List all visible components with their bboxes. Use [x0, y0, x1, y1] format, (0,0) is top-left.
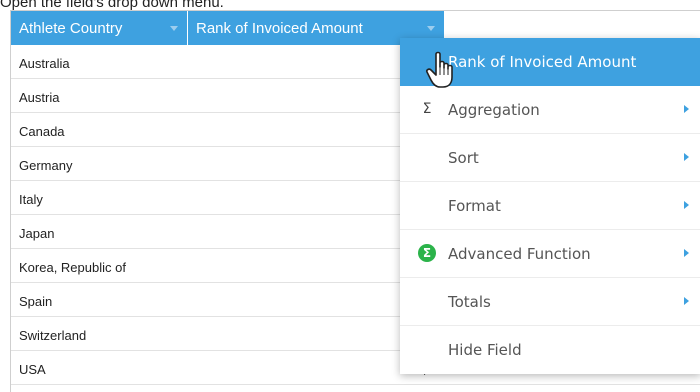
cell-country: USA	[19, 362, 46, 377]
menu-item-label: Totals	[448, 293, 491, 311]
dropdown-caret-icon[interactable]	[170, 26, 178, 31]
column-header-label: Athlete Country	[19, 19, 123, 37]
menu-item-label: Rank of Invoiced Amount	[448, 53, 637, 71]
menu-item-format[interactable]: Format	[400, 182, 700, 230]
cell-country: Italy	[19, 192, 43, 207]
cell-country: Spain	[19, 294, 53, 309]
column-header-label: Rank of Invoiced Amount	[196, 19, 363, 37]
menu-item-advanced-function[interactable]: Σ Advanced Function	[400, 230, 700, 278]
cell-country: Australia	[19, 56, 70, 71]
chevron-right-icon	[684, 249, 689, 257]
column-header-athlete-country[interactable]: Athlete Country	[11, 11, 188, 45]
hand-pointer-cursor-icon	[426, 51, 453, 88]
menu-item-aggregation[interactable]: Σ Aggregation	[400, 86, 700, 134]
report-table: Athlete Country Rank of Invoiced Amount …	[10, 10, 700, 392]
chevron-right-icon	[684, 105, 689, 113]
cell-country: Germany	[19, 158, 73, 173]
menu-item-totals[interactable]: Totals	[400, 278, 700, 326]
menu-item-sort[interactable]: Sort	[400, 134, 700, 182]
cell-country: Japan	[19, 226, 55, 241]
menu-item-label: Advanced Function	[448, 245, 591, 263]
advanced-function-icon: Σ	[418, 244, 436, 262]
menu-item-label: Format	[448, 197, 501, 215]
menu-item-label: Hide Field	[448, 341, 522, 359]
cell-country: Switzerland	[19, 328, 87, 343]
sigma-icon: Σ	[422, 101, 432, 117]
chevron-right-icon	[684, 201, 689, 209]
cell-country: Korea, Republic of	[19, 260, 126, 275]
chevron-right-icon	[684, 297, 689, 305]
chevron-right-icon	[684, 153, 689, 161]
menu-item-label: Aggregation	[448, 101, 540, 119]
cell-country: Austria	[19, 90, 60, 105]
dropdown-caret-icon[interactable]	[427, 26, 435, 31]
table-header: Athlete Country Rank of Invoiced Amount	[11, 11, 444, 45]
menu-item-hide-field[interactable]: Hide Field	[400, 326, 700, 374]
cell-country: Canada	[19, 124, 65, 139]
menu-item-label: Sort	[448, 149, 479, 167]
